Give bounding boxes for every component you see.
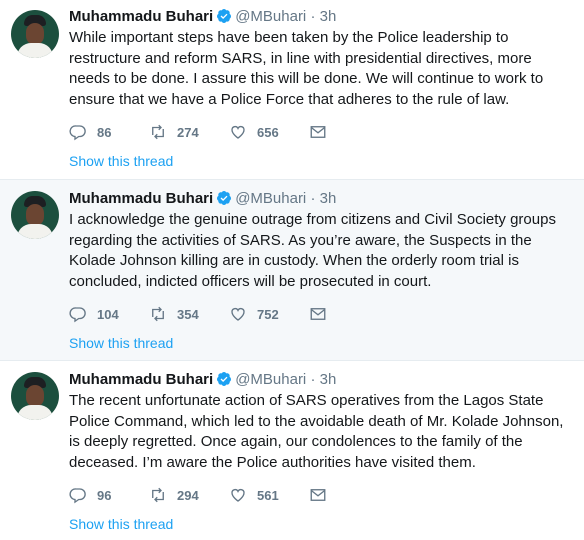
tweet-header: Muhammadu Buhari @MBuhari · 3h bbox=[69, 7, 574, 27]
heart-icon bbox=[231, 488, 245, 502]
reply-count: 104 bbox=[97, 306, 119, 322]
tweet-content: Muhammadu Buhari @MBuhari · 3h I acknowle… bbox=[69, 189, 574, 352]
envelope-icon bbox=[310, 308, 326, 320]
header-separator: · bbox=[310, 190, 316, 207]
avatar[interactable] bbox=[11, 10, 59, 58]
direct-message-button[interactable] bbox=[309, 305, 389, 323]
author-handle[interactable]: @MBuhari bbox=[235, 190, 306, 207]
verified-badge-icon bbox=[217, 9, 232, 23]
like-count: 752 bbox=[257, 306, 279, 322]
avatar[interactable] bbox=[11, 372, 59, 420]
tweet-3[interactable]: Muhammadu Buhari @MBuhari · 3h The recent… bbox=[0, 361, 584, 540]
heart-icon bbox=[231, 125, 245, 139]
retweet-count: 294 bbox=[177, 487, 199, 503]
verified-badge-icon bbox=[217, 191, 232, 205]
tweet-1[interactable]: Muhammadu Buhari @MBuhari · 3h While impo… bbox=[0, 0, 584, 180]
tweet-actions: 86 274 656 bbox=[69, 122, 574, 142]
tweet-text: I acknowledge the genuine outrage from c… bbox=[69, 211, 556, 290]
header-separator: · bbox=[310, 8, 316, 25]
tweet-content: Muhammadu Buhari @MBuhari · 3h The recent… bbox=[69, 370, 574, 533]
retweet-icon bbox=[152, 487, 164, 503]
tweet-timeline: Muhammadu Buhari @MBuhari · 3h While impo… bbox=[0, 0, 584, 540]
tweet-header: Muhammadu Buhari @MBuhari · 3h bbox=[69, 189, 574, 209]
verified-badge-icon bbox=[217, 372, 232, 386]
like-count: 561 bbox=[257, 487, 279, 503]
tweet-timestamp[interactable]: 3h bbox=[320, 8, 337, 25]
reply-button[interactable]: 86 bbox=[69, 123, 149, 141]
retweet-count: 274 bbox=[177, 124, 199, 140]
tweet-2[interactable]: Muhammadu Buhari @MBuhari · 3h I acknowle… bbox=[0, 180, 584, 361]
retweet-count: 354 bbox=[177, 306, 199, 322]
direct-message-button[interactable] bbox=[309, 486, 389, 504]
reply-icon bbox=[69, 488, 86, 504]
envelope-icon bbox=[310, 126, 326, 138]
like-button[interactable]: 656 bbox=[229, 123, 309, 141]
avatar[interactable] bbox=[11, 191, 59, 239]
show-thread-link[interactable]: Show this thread bbox=[69, 152, 574, 170]
like-button[interactable]: 561 bbox=[229, 486, 309, 504]
reply-button[interactable]: 96 bbox=[69, 486, 149, 504]
retweet-button[interactable]: 354 bbox=[149, 305, 229, 323]
direct-message-button[interactable] bbox=[309, 123, 389, 141]
tweet-text: The recent unfortunate action of SARS op… bbox=[69, 392, 564, 471]
author-name[interactable]: Muhammadu Buhari bbox=[69, 190, 213, 207]
tweet-timestamp[interactable]: 3h bbox=[320, 190, 337, 207]
tweet-content: Muhammadu Buhari @MBuhari · 3h While impo… bbox=[69, 7, 574, 170]
author-name[interactable]: Muhammadu Buhari bbox=[69, 371, 213, 388]
retweet-icon bbox=[152, 306, 164, 322]
heart-icon bbox=[231, 307, 245, 321]
reply-count: 96 bbox=[97, 487, 112, 503]
tweet-timestamp[interactable]: 3h bbox=[320, 371, 337, 388]
author-handle[interactable]: @MBuhari bbox=[235, 371, 306, 388]
like-count: 656 bbox=[257, 124, 279, 140]
envelope-icon bbox=[310, 489, 326, 501]
reply-icon bbox=[69, 307, 86, 323]
tweet-text: While important steps have been taken by… bbox=[69, 29, 544, 108]
author-name[interactable]: Muhammadu Buhari bbox=[69, 8, 213, 25]
show-thread-link[interactable]: Show this thread bbox=[69, 515, 574, 533]
reply-button[interactable]: 104 bbox=[69, 305, 149, 323]
retweet-icon bbox=[152, 124, 164, 140]
author-handle[interactable]: @MBuhari bbox=[235, 8, 306, 25]
like-button[interactable]: 752 bbox=[229, 305, 309, 323]
header-separator: · bbox=[310, 371, 316, 388]
tweet-actions: 96 294 561 bbox=[69, 485, 574, 505]
reply-count: 86 bbox=[97, 124, 112, 140]
show-thread-link[interactable]: Show this thread bbox=[69, 334, 574, 352]
reply-icon bbox=[69, 125, 86, 141]
tweet-header: Muhammadu Buhari @MBuhari · 3h bbox=[69, 370, 574, 390]
retweet-button[interactable]: 294 bbox=[149, 486, 229, 504]
tweet-actions: 104 354 752 bbox=[69, 304, 574, 324]
retweet-button[interactable]: 274 bbox=[149, 123, 229, 141]
